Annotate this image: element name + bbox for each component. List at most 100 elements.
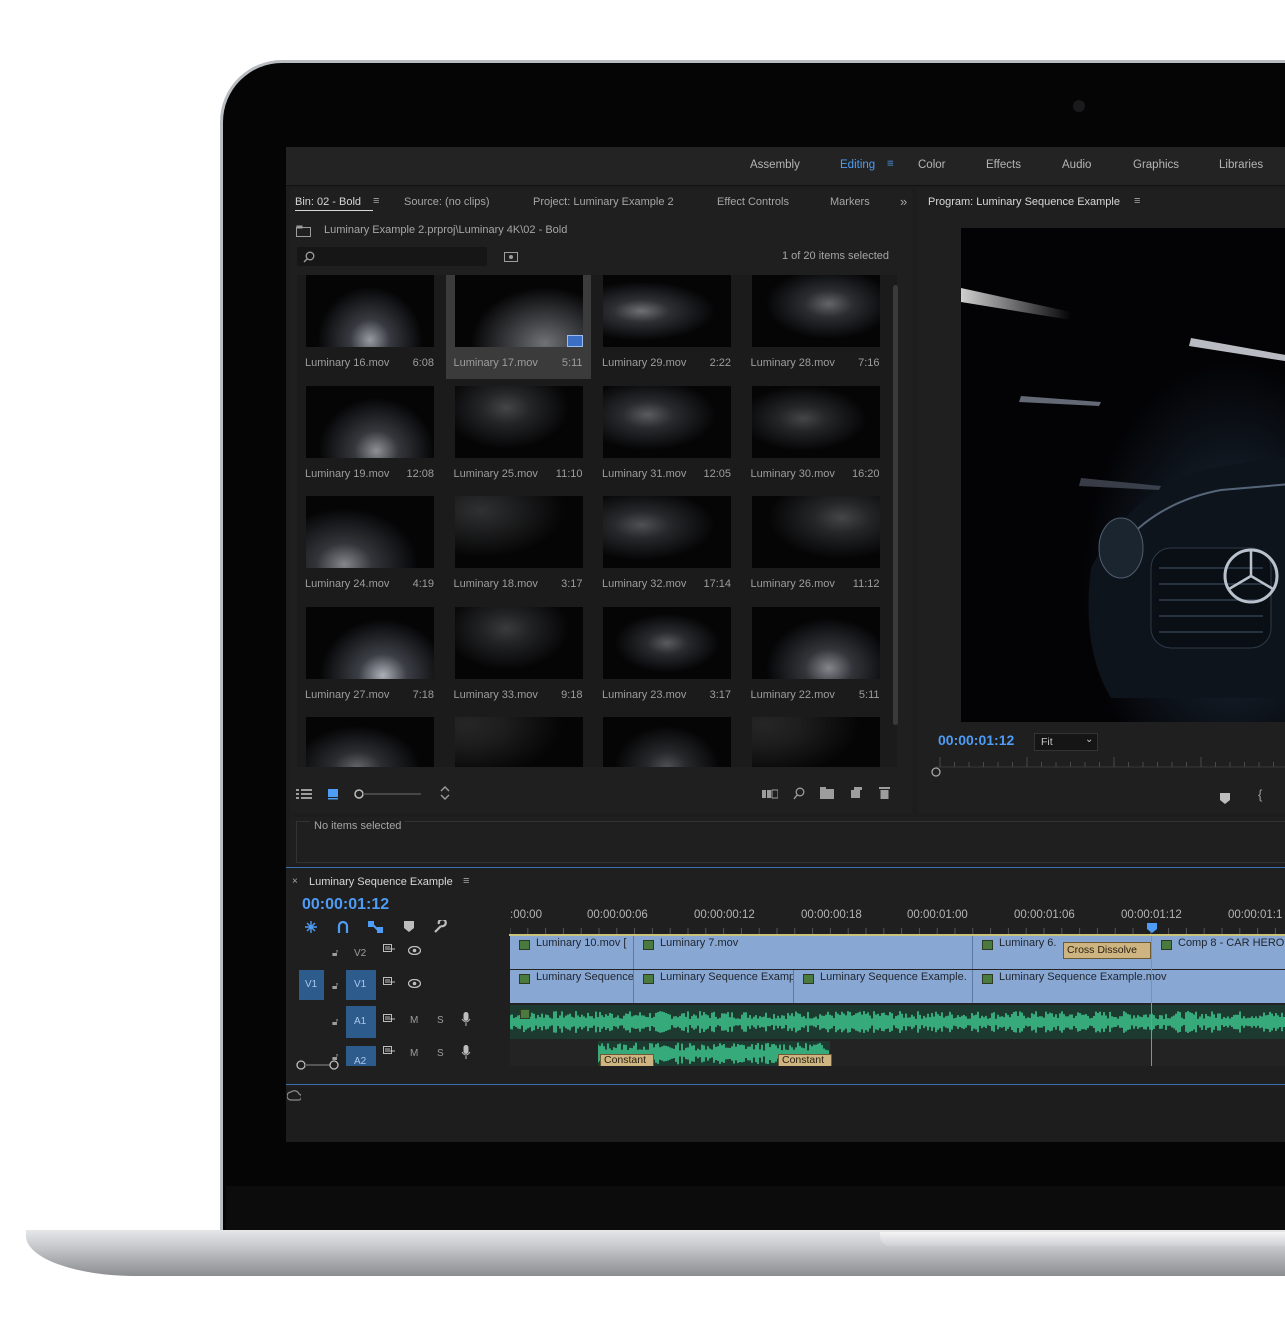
creative-cloud-icon[interactable]	[286, 1090, 303, 1104]
sync-lock-icon[interactable]	[383, 977, 395, 989]
clip-thumbnail-item[interactable]: Luminary 23.mov 3:17	[594, 606, 739, 711]
v1-clip[interactable]: Luminary Sequence	[510, 970, 634, 1003]
panel-menu-icon[interactable]: ≡	[1134, 195, 1140, 207]
clip-thumbnail-item[interactable]	[743, 717, 888, 767]
tab-bin[interactable]: Bin: 02 - Bold	[295, 196, 361, 208]
sync-lock-icon[interactable]	[383, 1046, 395, 1058]
wrench-icon[interactable]	[433, 918, 447, 936]
new-folder-icon[interactable]	[820, 787, 834, 801]
timeline-title[interactable]: Luminary Sequence Example	[309, 876, 453, 888]
lock-icon[interactable]: 🔓︎	[332, 981, 338, 993]
tab-source[interactable]: Source: (no clips)	[404, 196, 490, 208]
clip-thumbnail-item[interactable]: Luminary 19.mov 12:08	[297, 385, 442, 490]
panel-menu-icon[interactable]: ≡	[463, 875, 469, 887]
source-patch-v1[interactable]: V1	[299, 970, 324, 1000]
linked-selection-icon[interactable]	[368, 920, 384, 936]
clip-thumbnail-item[interactable]: Luminary 18.mov 3:17	[446, 496, 591, 600]
track-height-slider[interactable]	[294, 1058, 344, 1072]
solo-button[interactable]: S	[437, 1048, 444, 1059]
clip-thumbnail-item[interactable]: Luminary 32.mov 17:14	[594, 496, 739, 600]
mic-icon[interactable]	[461, 1045, 471, 1061]
nest-icon[interactable]	[304, 920, 318, 936]
program-time-ruler[interactable]	[926, 749, 1285, 779]
tab-effect-controls[interactable]: Effect Controls	[717, 196, 789, 208]
new-item-icon[interactable]	[850, 787, 862, 801]
automate-icon[interactable]	[762, 789, 779, 801]
overflow-icon[interactable]: »	[900, 194, 907, 209]
clip-thumbnail-item[interactable]: Luminary 26.mov 11:12	[743, 496, 888, 600]
eye-icon[interactable]	[407, 945, 422, 957]
list-view-icon[interactable]	[296, 788, 312, 802]
clip-name: Luminary 26.mov	[750, 578, 835, 590]
clip-thumbnail-item[interactable]	[594, 717, 739, 767]
clip-thumbnail-item[interactable]: Luminary 28.mov 7:16	[743, 275, 888, 379]
clip-thumbnail-item[interactable]: Luminary 17.mov 5:11	[445, 275, 591, 379]
timeline-timecode[interactable]: 00:00:01:12	[302, 896, 389, 914]
bin-scrollbar[interactable]	[893, 285, 898, 725]
workspace-menu-icon[interactable]: ≡	[887, 158, 894, 170]
clip-thumbnail-item[interactable]: Luminary 33.mov 9:18	[446, 606, 591, 711]
eye-icon[interactable]	[407, 978, 422, 990]
add-marker-icon[interactable]	[404, 921, 414, 934]
playhead-line[interactable]	[1151, 936, 1152, 1066]
solo-button[interactable]: S	[437, 1015, 444, 1026]
mute-button[interactable]: M	[410, 1015, 418, 1026]
workspace-editing[interactable]: Editing	[840, 159, 875, 171]
clip-thumbnail-item[interactable]: Luminary 30.mov 16:20	[743, 385, 888, 490]
transition-cross-dissolve[interactable]: Cross Dissolve	[1063, 942, 1151, 959]
v2-clip[interactable]: Comp 8 - CAR HERO	[1152, 936, 1285, 969]
track-target-a1[interactable]: A1	[346, 1006, 376, 1038]
sort-icon[interactable]	[440, 785, 450, 803]
clip-thumbnail-item[interactable]: Luminary 16.mov 6:08	[297, 275, 442, 379]
audio-transition-constant[interactable]: Constant	[600, 1054, 654, 1066]
tab-project[interactable]: Project: Luminary Example 2	[533, 196, 674, 208]
search-input[interactable]	[297, 247, 487, 266]
lock-icon[interactable]: 🔓︎	[332, 1017, 338, 1029]
clip-thumbnail-item[interactable]: Luminary 24.mov 4:19	[297, 496, 442, 600]
workspace-audio[interactable]: Audio	[1062, 159, 1091, 171]
workspace-graphics[interactable]: Graphics	[1133, 159, 1179, 171]
program-title[interactable]: Program: Luminary Sequence Example	[928, 196, 1120, 208]
find-icon[interactable]	[793, 787, 805, 802]
tab-markers[interactable]: Markers	[830, 196, 870, 208]
snap-icon[interactable]	[337, 920, 349, 936]
workspace-libraries[interactable]: Libraries	[1219, 159, 1263, 171]
track-label-v2[interactable]: V2	[354, 948, 366, 959]
track-target-v1[interactable]: V1	[346, 970, 376, 1000]
marker-icon[interactable]	[1220, 793, 1230, 806]
clip-thumbnail-item[interactable]: Luminary 31.mov 12:05	[594, 385, 739, 490]
track-area[interactable]: Luminary 10.mov [ Luminary 7.mov Luminar…	[510, 936, 1285, 1066]
mark-in-icon[interactable]: {	[1258, 788, 1262, 801]
v1-clip[interactable]: Luminary Sequence Example.	[794, 970, 973, 1003]
workspace-effects[interactable]: Effects	[986, 159, 1021, 171]
track-target-a2[interactable]: A2	[346, 1046, 376, 1066]
workspace-assembly[interactable]: Assembly	[750, 159, 800, 171]
mic-icon[interactable]	[461, 1012, 471, 1028]
program-timecode[interactable]: 00:00:01:12	[938, 732, 1014, 748]
program-video-frame[interactable]	[961, 228, 1285, 722]
icon-view-icon[interactable]	[327, 788, 339, 802]
workspace-color[interactable]: Color	[918, 159, 945, 171]
v1-clip[interactable]: Luminary Sequence Examp	[634, 970, 794, 1003]
clip-thumbnail-item[interactable]: Luminary 22.mov 5:11	[743, 606, 888, 711]
zoom-slider-icon[interactable]	[353, 787, 423, 803]
clip-thumbnail-item[interactable]	[297, 717, 442, 767]
clip-thumbnail-item[interactable]: Luminary 29.mov 2:22	[594, 275, 739, 379]
clip-name: Comp 8 - CAR HERO	[1178, 937, 1285, 949]
mute-button[interactable]: M	[410, 1048, 418, 1059]
sync-lock-icon[interactable]	[383, 1014, 395, 1026]
v2-clip[interactable]: Luminary 10.mov [	[510, 936, 634, 969]
panel-menu-icon[interactable]: ≡	[373, 195, 379, 207]
close-icon[interactable]: ×	[292, 876, 298, 887]
v1-clip[interactable]: Luminary Sequence Example.mov	[973, 970, 1285, 1003]
clip-thumbnail-item[interactable]: Luminary 25.mov 11:10	[446, 385, 591, 490]
audio-transition-constant[interactable]: Constant	[778, 1054, 832, 1066]
sync-lock-icon[interactable]	[383, 944, 395, 956]
new-bin-icon[interactable]	[504, 250, 518, 264]
a1-clip[interactable]	[510, 1005, 1285, 1039]
clip-thumbnail-item[interactable]	[446, 717, 591, 767]
clip-thumbnail-item[interactable]: Luminary 27.mov 7:18	[297, 606, 442, 711]
v2-clip[interactable]: Luminary 7.mov	[634, 936, 973, 969]
lock-icon[interactable]: 🔓︎	[332, 948, 338, 960]
trash-icon[interactable]	[879, 786, 890, 801]
